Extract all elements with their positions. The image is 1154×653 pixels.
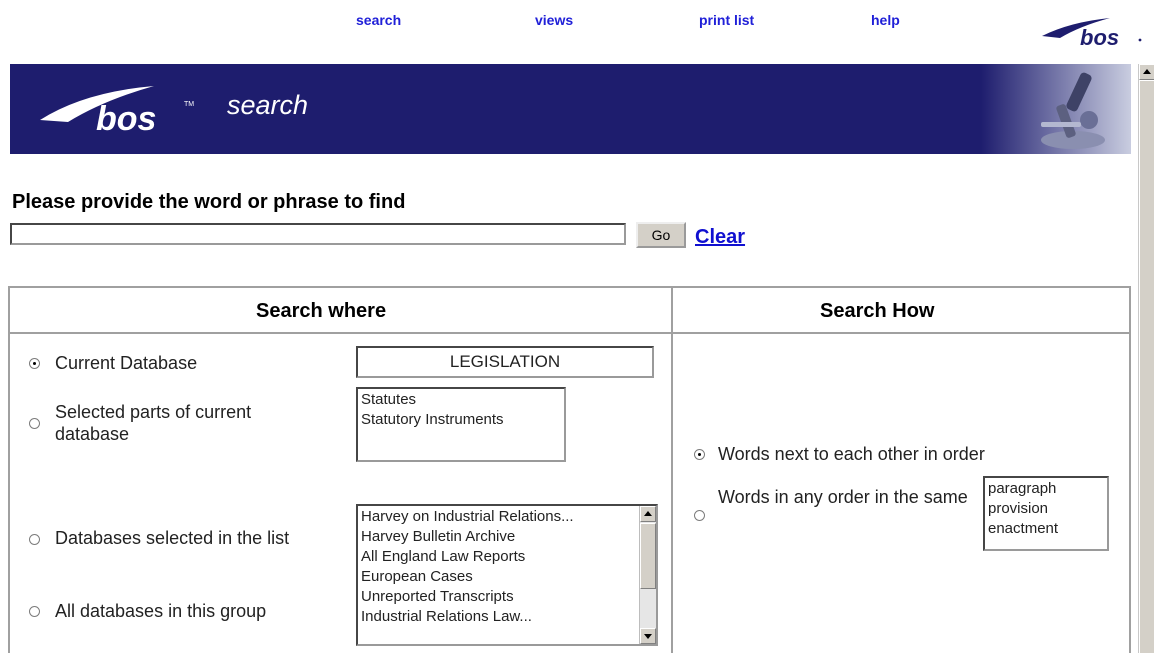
- banner-bos-logo: bos TM: [40, 86, 194, 138]
- nav-help-link[interactable]: help: [871, 12, 900, 28]
- clear-link[interactable]: Clear: [695, 226, 745, 249]
- list-item[interactable]: provision: [988, 499, 1104, 519]
- list-item[interactable]: European Cases: [361, 567, 636, 587]
- database-parts-list[interactable]: Statutes Statutory Instruments: [356, 387, 566, 462]
- banner-logo-text: bos: [96, 100, 156, 138]
- database-list-scrollbar[interactable]: [639, 506, 656, 644]
- scroll-up-icon[interactable]: [640, 506, 656, 522]
- page-scrollbar[interactable]: [1138, 64, 1154, 653]
- current-database-field: LEGISLATION: [356, 346, 654, 378]
- selected-parts-radio[interactable]: [29, 418, 40, 429]
- page-banner: bos TM search: [10, 64, 1131, 154]
- search-options-table: Search where Search How Current Database…: [8, 286, 1131, 653]
- svg-text:TM: TM: [184, 101, 194, 108]
- list-item[interactable]: Harvey on Industrial Relations...: [361, 507, 636, 527]
- words-next-to-each-radio[interactable]: [694, 449, 705, 460]
- words-next-to-each-label: Words next to each other in order: [718, 444, 985, 464]
- selected-parts-label: Selected parts of current database: [55, 402, 252, 444]
- search-where-heading: Search where: [256, 300, 387, 322]
- header-divider: [10, 332, 1129, 334]
- search-prompt: Please provide the word or phrase to fin…: [12, 191, 406, 213]
- list-item[interactable]: enactment: [988, 519, 1104, 539]
- search-how-heading: Search How: [820, 300, 935, 322]
- banner-title: search: [227, 90, 309, 120]
- logo-text: bos: [1080, 25, 1119, 50]
- nav-print-list-link[interactable]: print list: [699, 12, 754, 28]
- microscope-illustration: [981, 64, 1131, 154]
- list-item[interactable]: Unreported Transcripts: [361, 587, 636, 607]
- search-input[interactable]: [10, 223, 626, 245]
- list-item[interactable]: Industrial Relations Law...: [361, 607, 636, 627]
- bos-logo: bos: [1042, 18, 1142, 50]
- go-button[interactable]: Go: [636, 222, 686, 248]
- list-item[interactable]: All England Law Reports: [361, 547, 636, 567]
- nav-search-link[interactable]: search: [356, 12, 401, 28]
- list-item[interactable]: Statutes: [361, 390, 561, 410]
- databases-selected-label: Databases selected in the list: [55, 528, 290, 548]
- list-item[interactable]: paragraph: [988, 479, 1104, 499]
- list-item[interactable]: Statutory Instruments: [361, 410, 561, 430]
- scroll-down-icon[interactable]: [640, 628, 656, 644]
- database-list-scroll-thumb[interactable]: [640, 523, 656, 589]
- all-databases-label: All databases in this group: [55, 601, 267, 621]
- scroll-up-icon[interactable]: [1139, 64, 1154, 80]
- words-any-order-label: Words in any order in the same: [718, 487, 968, 507]
- column-divider: [671, 288, 673, 653]
- databases-selected-radio[interactable]: [29, 534, 40, 545]
- words-any-order-radio[interactable]: [694, 510, 705, 521]
- search-unit-list[interactable]: paragraph provision enactment: [983, 476, 1109, 551]
- current-database-radio[interactable]: [29, 358, 40, 369]
- nav-views-link[interactable]: views: [535, 12, 573, 28]
- database-list[interactable]: Harvey on Industrial Relations... Harvey…: [356, 504, 658, 646]
- all-databases-radio[interactable]: [29, 606, 40, 617]
- page-scroll-thumb[interactable]: [1139, 80, 1154, 653]
- current-database-label: Current Database: [55, 353, 198, 373]
- list-item[interactable]: Harvey Bulletin Archive: [361, 527, 636, 547]
